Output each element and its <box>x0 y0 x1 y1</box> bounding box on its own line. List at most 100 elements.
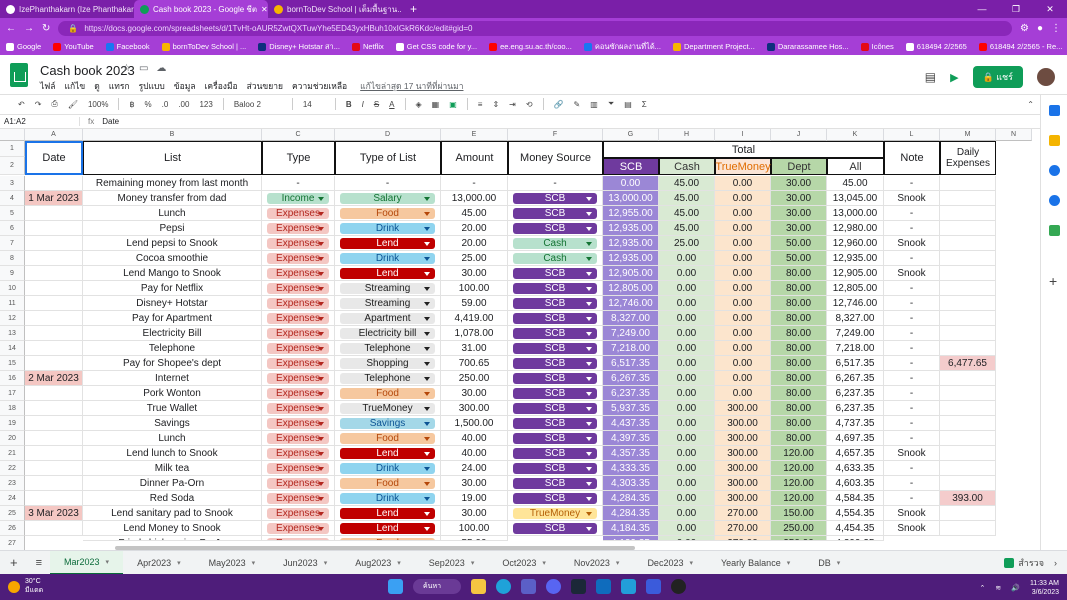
money-source-chip[interactable]: SCB <box>513 463 597 474</box>
edge-icon[interactable] <box>496 579 511 594</box>
vpn-icon[interactable] <box>646 579 661 594</box>
list-cell[interactable]: Pork Wonton <box>83 386 262 401</box>
menu-item[interactable]: ดู <box>94 79 100 93</box>
scb-balance-cell[interactable]: 12,935.00 <box>603 221 659 236</box>
list-cell[interactable]: Pay for Shopee's dept <box>83 356 262 371</box>
row-header[interactable]: 25 <box>0 506 25 521</box>
money-source-cell[interactable]: SCB <box>508 521 603 536</box>
amount-cell[interactable]: 4,419.00 <box>441 311 508 326</box>
redo-icon[interactable]: ↷ <box>35 100 42 109</box>
truemoney-balance-cell[interactable]: 300.00 <box>715 431 771 446</box>
dept-balance-cell[interactable]: 30.00 <box>771 176 827 191</box>
bookmark-item[interactable]: Get CSS code for y... <box>395 42 477 51</box>
type-chip[interactable]: Expenses <box>267 448 329 459</box>
daily-expenses-cell[interactable] <box>940 461 996 476</box>
money-source-chip[interactable]: SCB <box>513 388 597 399</box>
type-chip[interactable]: Expenses <box>267 418 329 429</box>
all-balance-cell[interactable]: 7,249.00 <box>827 326 884 341</box>
money-source-chip[interactable]: SCB <box>513 208 597 219</box>
note-cell[interactable]: - <box>884 476 940 491</box>
bookmark-item[interactable]: Google <box>6 42 41 51</box>
type-cell[interactable]: Expenses <box>262 341 335 356</box>
valign-icon[interactable]: ⇕ <box>492 100 499 109</box>
note-cell[interactable]: - <box>884 326 940 341</box>
daily-expenses-cell[interactable] <box>940 401 996 416</box>
new-tab-button[interactable]: + <box>402 2 425 16</box>
money-source-cell[interactable]: SCB <box>508 491 603 506</box>
dept-balance-cell[interactable]: 80.00 <box>771 326 827 341</box>
menu-item[interactable]: เครื่องมือ <box>205 79 238 93</box>
daily-expenses-cell[interactable] <box>940 251 996 266</box>
amount-cell[interactable]: 20.00 <box>441 236 508 251</box>
keep-icon[interactable] <box>1049 135 1060 146</box>
date-cell[interactable]: 2 Mar 2023 <box>25 371 83 386</box>
cash-balance-cell[interactable]: 0.00 <box>659 521 715 536</box>
daily-expenses-cell[interactable]: 6,477.65 <box>940 356 996 371</box>
type-of-list-chip[interactable]: Telephone <box>340 343 435 354</box>
money-source-cell[interactable]: SCB <box>508 296 603 311</box>
type-cell[interactable]: Expenses <box>262 371 335 386</box>
row-header[interactable]: 11 <box>0 296 25 311</box>
row-header[interactable]: 21 <box>0 446 25 461</box>
type-of-list-cell[interactable]: Food <box>335 476 441 491</box>
type-of-list-cell[interactable]: Lend <box>335 236 441 251</box>
date-cell[interactable] <box>25 386 83 401</box>
type-cell[interactable]: Expenses <box>262 326 335 341</box>
scb-balance-cell[interactable]: 0.00 <box>603 176 659 191</box>
row-header[interactable]: 7 <box>0 236 25 251</box>
add-sheet-button[interactable]: + <box>0 555 28 570</box>
type-cell[interactable]: Expenses <box>262 386 335 401</box>
currency-format-button[interactable]: ฿ <box>129 100 134 109</box>
share-button[interactable]: 🔒 แชร์ <box>972 66 1023 88</box>
type-of-list-chip[interactable]: Drink <box>340 463 435 474</box>
cash-balance-cell[interactable]: 25.00 <box>659 236 715 251</box>
type-of-list-cell[interactable]: Drink <box>335 221 441 236</box>
file-explorer-icon[interactable] <box>471 579 486 594</box>
money-source-cell[interactable]: SCB <box>508 476 603 491</box>
close-icon[interactable]: ✕ <box>261 5 268 14</box>
money-source-cell[interactable]: SCB <box>508 326 603 341</box>
bold-button[interactable]: B <box>346 100 352 109</box>
cash-balance-cell[interactable]: 0.00 <box>659 416 715 431</box>
truemoney-balance-cell[interactable]: 0.00 <box>715 266 771 281</box>
telegram-icon[interactable] <box>621 579 636 594</box>
column-header[interactable]: I <box>715 129 771 141</box>
money-source-chip[interactable]: SCB <box>513 433 597 444</box>
daily-expenses-cell[interactable] <box>940 386 996 401</box>
filter-views-icon[interactable]: ▤ <box>624 100 632 109</box>
dept-balance-cell[interactable]: 250.00 <box>771 521 827 536</box>
truemoney-balance-cell[interactable]: 0.00 <box>715 326 771 341</box>
scb-balance-cell[interactable]: 4,437.35 <box>603 416 659 431</box>
bookmark-item[interactable]: Facebook <box>105 42 150 51</box>
note-cell[interactable]: - <box>884 401 940 416</box>
truemoney-balance-cell[interactable]: 0.00 <box>715 221 771 236</box>
cash-balance-cell[interactable]: 0.00 <box>659 491 715 506</box>
daily-expenses-cell[interactable] <box>940 341 996 356</box>
amount-cell[interactable]: 100.00 <box>441 521 508 536</box>
type-chip[interactable]: Expenses <box>267 208 329 219</box>
amount-cell[interactable]: 20.00 <box>441 221 508 236</box>
column-header[interactable]: E <box>441 129 508 141</box>
column-header[interactable]: C <box>262 129 335 141</box>
browser-tab-github[interactable]: IzePhanthakarn (Ize Phanthakar...✕ <box>0 0 134 18</box>
row-header[interactable]: 9 <box>0 266 25 281</box>
amount-cell[interactable]: 30.00 <box>441 266 508 281</box>
date-cell[interactable] <box>25 491 83 506</box>
wrap-icon[interactable]: ⇥ <box>509 100 516 109</box>
money-source-chip[interactable]: SCB <box>513 298 597 309</box>
tasks-icon[interactable] <box>1049 165 1060 176</box>
list-cell[interactable]: Lunch <box>83 431 262 446</box>
zoom-select[interactable]: 100% <box>88 100 108 109</box>
profile-icon[interactable]: ● <box>1037 23 1043 34</box>
all-balance-cell[interactable]: 4,697.35 <box>827 431 884 446</box>
amount-cell[interactable]: 13,000.00 <box>441 191 508 206</box>
truemoney-balance-cell[interactable]: 300.00 <box>715 491 771 506</box>
amount-cell[interactable]: 100.00 <box>441 281 508 296</box>
row-header[interactable]: 10 <box>0 281 25 296</box>
scb-balance-cell[interactable]: 4,129.35 <box>603 536 659 541</box>
money-source-cell[interactable]: SCB <box>508 191 603 206</box>
column-header[interactable]: N <box>996 129 1032 141</box>
cash-balance-cell[interactable]: 0.00 <box>659 476 715 491</box>
scb-balance-cell[interactable]: 4,303.35 <box>603 476 659 491</box>
filter-icon[interactable]: ⏷ <box>608 99 614 109</box>
